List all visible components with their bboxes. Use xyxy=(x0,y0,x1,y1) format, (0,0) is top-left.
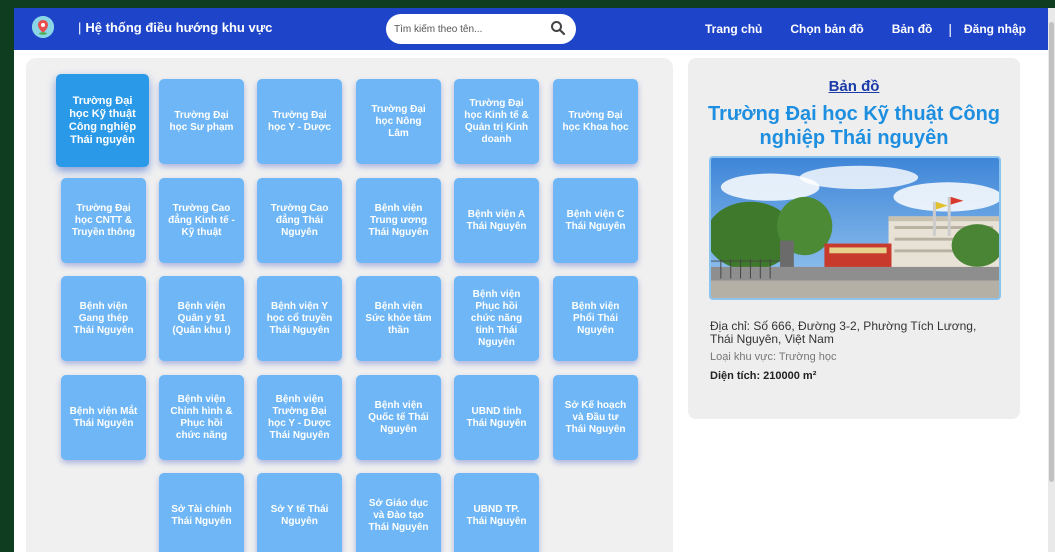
location-tile[interactable]: Sở Giáo dục và Đào tạo Thái Nguyên xyxy=(356,473,441,552)
nav-separator: | xyxy=(948,21,952,37)
location-tile[interactable]: Bệnh viện Phổi Thái Nguyên xyxy=(553,276,638,361)
brand-text: Hệ thống điều hướng khu vực xyxy=(85,20,273,35)
brand-separator: | xyxy=(78,20,82,35)
location-tile[interactable]: UBND tỉnh Thái Nguyên xyxy=(454,375,539,460)
location-grid-panel: Trường Đại học Kỹ thuật Công nghiệp Thái… xyxy=(26,58,673,552)
nav-links: Trang chủ Chọn bản đồ Bản đồ | Đăng nhập xyxy=(677,21,1026,37)
location-tile[interactable]: Sở Kế hoạch và Đầu tư Thái Nguyên xyxy=(553,375,638,460)
location-tile[interactable]: Bệnh viện Trung ương Thái Nguyên xyxy=(356,178,441,263)
brand-title[interactable]: | Hệ thống điều hướng khu vực xyxy=(78,20,272,35)
location-tile-active[interactable]: Trường Đại học Kỹ thuật Công nghiệp Thái… xyxy=(56,74,149,167)
page-scrollbar[interactable] xyxy=(1048,8,1055,552)
location-tile[interactable]: Bệnh viện Mắt Thái Nguyên xyxy=(61,375,146,460)
location-photo xyxy=(709,156,1001,300)
location-tile[interactable]: Trường Đại học Sư phạm xyxy=(159,79,244,164)
location-tile[interactable]: Bệnh viện A Thái Nguyên xyxy=(454,178,539,263)
location-tile[interactable]: Trường Đại học Y - Dược xyxy=(257,79,342,164)
location-detail-panel: Bản đồ Trường Đại học Kỹ thuật Công nghi… xyxy=(688,58,1020,419)
location-tile[interactable]: Bệnh viện C Thái Nguyên xyxy=(553,178,638,263)
nav-link-login[interactable]: Đăng nhập xyxy=(964,22,1026,36)
location-tile[interactable]: Sở Y tế Thái Nguyên xyxy=(257,473,342,552)
location-area-size: Diện tích: 210000 m² xyxy=(710,370,817,382)
location-tile[interactable]: Bệnh viện Y học cổ truyền Thái Nguyên xyxy=(257,276,342,361)
location-tile[interactable]: Trường Cao đẳng Kinh tế - Kỹ thuật xyxy=(159,178,244,263)
map-link[interactable]: Bản đồ xyxy=(688,78,1020,95)
location-tile[interactable]: Bệnh viện Trường Đại học Y - Dược Thái N… xyxy=(257,375,342,460)
location-address: Địa chỉ: Số 666, Đường 3-2, Phường Tích … xyxy=(710,319,977,346)
location-tile[interactable]: UBND TP. Thái Nguyên xyxy=(454,473,539,552)
location-area-type: Loại khu vực: Trường học xyxy=(710,351,837,363)
scrollbar-thumb[interactable] xyxy=(1049,22,1054,482)
location-tile[interactable]: Trường Đại học Khoa học xyxy=(553,79,638,164)
nav-link-home[interactable]: Trang chủ xyxy=(705,22,762,36)
location-tile[interactable]: Bệnh viện Quân y 91 (Quân khu I) xyxy=(159,276,244,361)
app-window: |Hệ thống điều hướng khu vực Trang chủ C… xyxy=(14,8,1048,552)
search-input[interactable] xyxy=(394,20,544,38)
search-box xyxy=(386,14,576,44)
nav-link-map[interactable]: Bản đồ xyxy=(892,22,933,36)
location-tile[interactable]: Trường Đại học CNTT & Truyền thông xyxy=(61,178,146,263)
location-tile[interactable]: Bệnh viện Phục hồi chức năng tỉnh Thái N… xyxy=(454,276,539,361)
location-tile[interactable]: Bệnh viện Chỉnh hình & Phục hồi chức năn… xyxy=(159,375,244,460)
location-tile[interactable]: Bệnh viện Gang thép Thái Nguyên xyxy=(61,276,146,361)
location-tile[interactable]: Bệnh viện Sức khỏe tâm thần xyxy=(356,276,441,361)
location-tile[interactable]: Trường Đại học Kinh tế & Quản trị Kinh d… xyxy=(454,79,539,164)
location-title: Trường Đại học Kỹ thuật Công nghiệp Thái… xyxy=(707,103,1001,149)
location-tile[interactable]: Trường Cao đẳng Thái Nguyên xyxy=(257,178,342,263)
location-tile[interactable]: Bệnh viện Quốc tế Thái Nguyên xyxy=(356,375,441,460)
navbar: |Hệ thống điều hướng khu vực Trang chủ C… xyxy=(14,8,1048,50)
location-tile[interactable]: Trường Đại học Nông Lâm xyxy=(356,79,441,164)
nav-link-choose-map[interactable]: Chọn bản đồ xyxy=(790,22,863,36)
search-icon[interactable] xyxy=(550,20,566,36)
location-pin-logo-icon[interactable] xyxy=(32,16,54,38)
location-tile[interactable]: Sở Tài chính Thái Nguyên xyxy=(159,473,244,552)
